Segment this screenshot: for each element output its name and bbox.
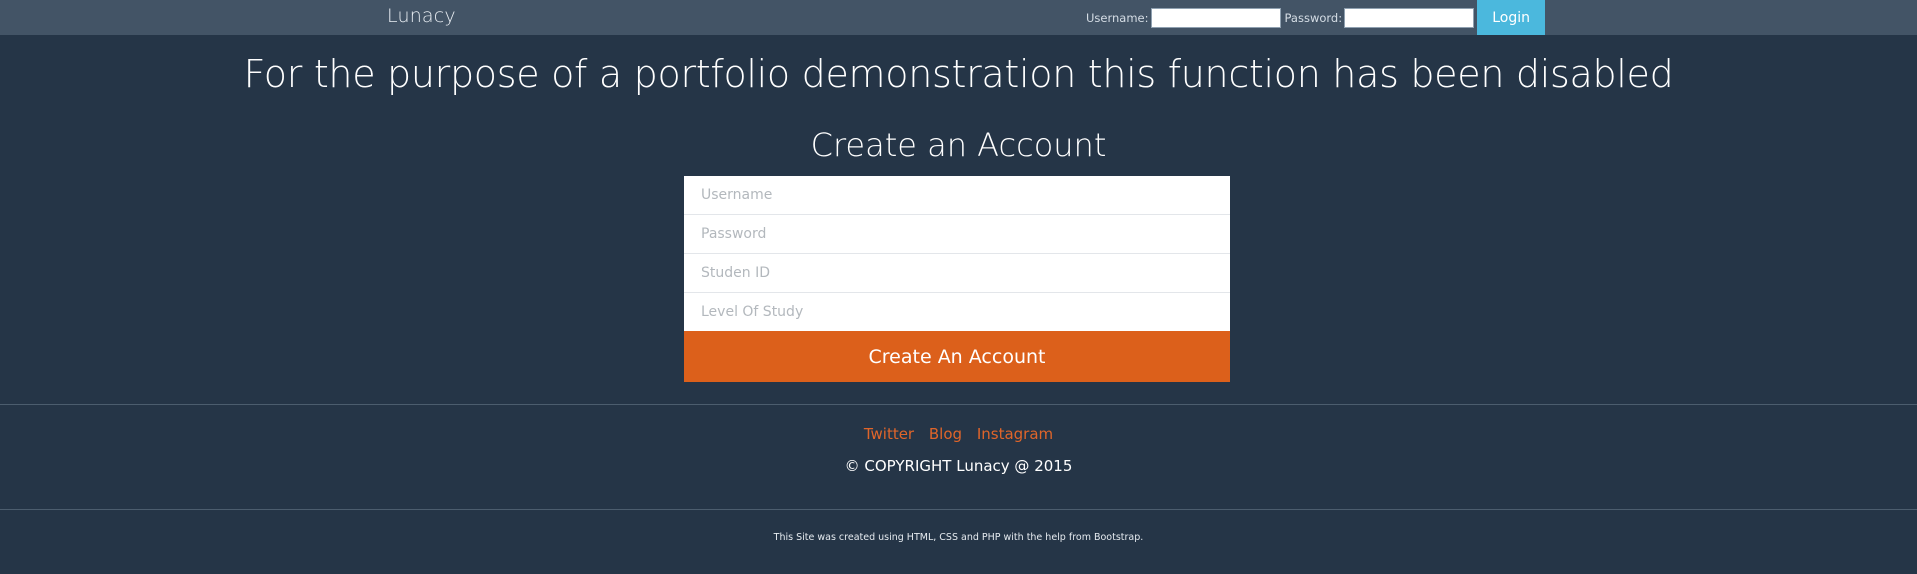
signup-password-input[interactable] xyxy=(684,215,1230,254)
signup-form: Create An Account xyxy=(684,176,1230,382)
create-account-button[interactable]: Create An Account xyxy=(684,331,1230,382)
login-button[interactable]: Login xyxy=(1477,0,1546,35)
copyright-text: © COPYRIGHT Lunacy @ 2015 xyxy=(844,457,1073,475)
footer-divider-top xyxy=(0,404,1917,405)
footer-links: Twitter Blog Instagram xyxy=(0,425,1917,443)
footer-link-instagram[interactable]: Instagram xyxy=(977,425,1053,443)
footer-link-twitter[interactable]: Twitter xyxy=(864,425,914,443)
login-username-input[interactable] xyxy=(1150,7,1281,28)
password-label: Password: xyxy=(1284,10,1343,25)
footer-link-blog[interactable]: Blog xyxy=(929,425,962,443)
top-navbar: Lunacy Username: Password: Login xyxy=(0,0,1917,35)
username-label: Username: xyxy=(1086,10,1149,25)
signup-student-id-input[interactable] xyxy=(684,254,1230,293)
brand-logo[interactable]: Lunacy xyxy=(387,5,456,27)
login-form: Username: Password: Login xyxy=(1086,0,1546,35)
footer-divider-bottom xyxy=(0,509,1917,510)
signup-username-input[interactable] xyxy=(684,176,1230,215)
signup-level-of-study-input[interactable] xyxy=(684,293,1230,331)
login-password-input[interactable] xyxy=(1344,7,1475,28)
site-credits: This Site was created using HTML, CSS an… xyxy=(773,532,1144,543)
create-account-title: Create an Account xyxy=(810,126,1107,164)
disabled-notice: For the purpose of a portfolio demonstra… xyxy=(243,52,1674,96)
